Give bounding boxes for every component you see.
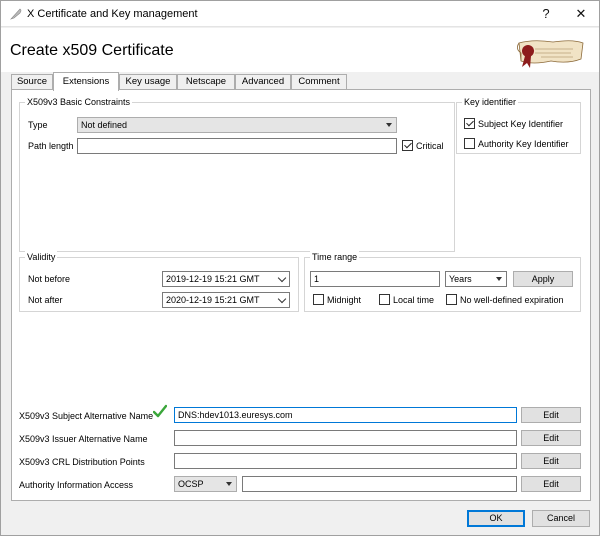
time-range-amount-input[interactable]: 1: [310, 271, 440, 287]
no-expiration-label: No well-defined expiration: [460, 295, 564, 305]
critical-label: Critical: [416, 141, 444, 151]
crl-label: X509v3 CRL Distribution Points: [19, 457, 145, 467]
aia-label: Authority Information Access: [19, 480, 134, 490]
chevron-down-icon: [277, 294, 287, 304]
cancel-button[interactable]: Cancel: [532, 510, 590, 527]
close-button[interactable]: ✕: [562, 1, 600, 27]
certificate-scroll-logo: [517, 40, 584, 68]
valid-checkmark-icon: [153, 404, 167, 418]
dropdown-arrow-icon: [386, 123, 392, 127]
tab-source[interactable]: Source: [11, 74, 53, 90]
no-expiration-checkbox[interactable]: [446, 294, 457, 305]
validity-title: Validity: [25, 251, 58, 263]
path-length-label: Path length: [28, 141, 74, 151]
validity-group: Validity Not before 2019-12-19 15:21 GMT…: [19, 251, 299, 312]
time-range-group: Time range 1 Years Apply Midnight Local …: [304, 251, 581, 312]
aia-edit-button[interactable]: Edit: [521, 476, 581, 492]
dropdown-arrow-icon: [496, 277, 502, 281]
ian-edit-button[interactable]: Edit: [521, 430, 581, 446]
midnight-checkbox[interactable]: [313, 294, 324, 305]
tab-advanced[interactable]: Advanced: [235, 74, 291, 90]
san-label: X509v3 Subject Alternative Name: [19, 411, 154, 421]
not-before-value: 2019-12-19 15:21 GMT: [166, 274, 260, 284]
quill-icon: [10, 8, 22, 20]
critical-checkbox[interactable]: [402, 140, 413, 151]
aia-method-value: OCSP: [178, 479, 204, 489]
header: Create x509 Certificate: [1, 28, 599, 72]
crl-input[interactable]: [174, 453, 517, 469]
dialog-window: X Certificate and Key management ? ✕ Cre…: [0, 0, 600, 536]
not-after-value: 2020-12-19 15:21 GMT: [166, 295, 260, 305]
tab-netscape[interactable]: Netscape: [177, 74, 235, 90]
aia-input[interactable]: [242, 476, 517, 492]
ian-label: X509v3 Issuer Alternative Name: [19, 434, 148, 444]
tab-comment[interactable]: Comment: [291, 74, 347, 90]
help-button[interactable]: ?: [527, 1, 565, 27]
not-after-datetime[interactable]: 2020-12-19 15:21 GMT: [162, 292, 290, 308]
apply-button[interactable]: Apply: [513, 271, 573, 287]
san-input[interactable]: DNS:hdev1013.euresys.com: [174, 407, 517, 423]
key-identifier-group: Key identifier Subject Key Identifier Au…: [456, 96, 581, 154]
type-select[interactable]: Not defined: [77, 117, 397, 133]
time-range-unit-value: Years: [449, 274, 472, 284]
not-after-label: Not after: [28, 295, 63, 305]
chevron-down-icon: [277, 273, 287, 283]
window-title: X Certificate and Key management: [27, 8, 198, 20]
title-bar: X Certificate and Key management ? ✕: [1, 1, 599, 27]
type-select-value: Not defined: [81, 120, 128, 130]
dropdown-arrow-icon: [226, 482, 232, 486]
not-before-datetime[interactable]: 2019-12-19 15:21 GMT: [162, 271, 290, 287]
subject-key-identifier-label: Subject Key Identifier: [478, 119, 564, 129]
key-identifier-title: Key identifier: [462, 96, 519, 108]
not-before-label: Not before: [28, 274, 71, 284]
ok-button[interactable]: OK: [467, 510, 525, 527]
aia-method-select[interactable]: OCSP: [174, 476, 237, 492]
tab-extensions[interactable]: Extensions: [53, 72, 119, 91]
type-label: Type: [28, 120, 48, 130]
path-length-input[interactable]: [77, 138, 397, 154]
midnight-label: Midnight: [327, 295, 362, 305]
authority-key-identifier-checkbox[interactable]: [464, 138, 475, 149]
ian-input[interactable]: [174, 430, 517, 446]
extensions-panel: X509v3 Basic Constraints Type Not define…: [11, 89, 591, 501]
subject-key-identifier-checkbox[interactable]: [464, 118, 475, 129]
basic-constraints-title: X509v3 Basic Constraints: [25, 96, 133, 108]
local-time-label: Local time: [393, 295, 435, 305]
local-time-checkbox[interactable]: [379, 294, 390, 305]
san-edit-button[interactable]: Edit: [521, 407, 581, 423]
basic-constraints-group: X509v3 Basic Constraints Type Not define…: [19, 96, 455, 252]
crl-edit-button[interactable]: Edit: [521, 453, 581, 469]
time-range-unit-select[interactable]: Years: [445, 271, 507, 287]
time-range-title: Time range: [310, 251, 360, 263]
tab-key-usage[interactable]: Key usage: [119, 74, 177, 90]
authority-key-identifier-label: Authority Key Identifier: [478, 139, 569, 149]
page-title: Create x509 Certificate: [10, 42, 174, 59]
